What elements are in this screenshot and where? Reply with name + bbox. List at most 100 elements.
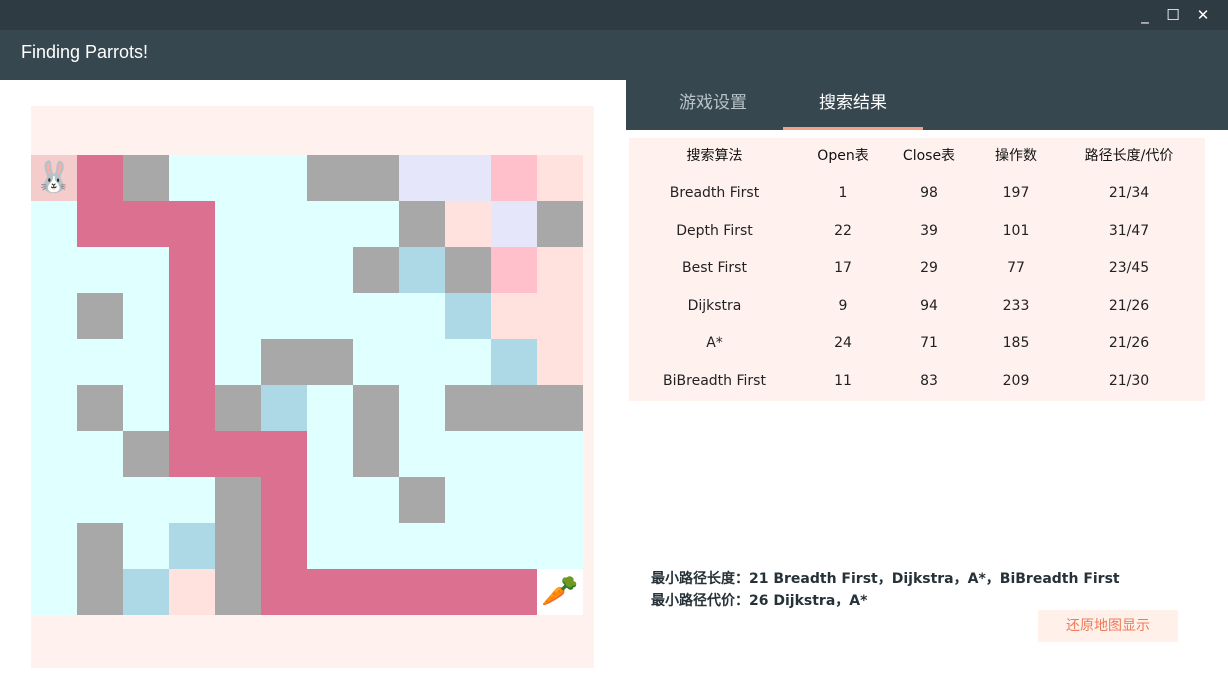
map-cell-path[interactable] <box>169 201 215 247</box>
map-cell-path[interactable] <box>169 431 215 477</box>
map-cell-rose-visited[interactable] <box>491 293 537 339</box>
map-cell-rose-visited[interactable] <box>445 201 491 247</box>
map-cell-light-cyan-free[interactable] <box>307 523 353 569</box>
map-cell-light-cyan-free[interactable] <box>123 339 169 385</box>
map-cell-wall[interactable] <box>215 385 261 431</box>
map-cell-light-cyan-free[interactable] <box>307 477 353 523</box>
map-cell-wall[interactable] <box>261 339 307 385</box>
map-cell-light-cyan-free[interactable] <box>31 339 77 385</box>
map-cell-light-cyan-free[interactable] <box>445 523 491 569</box>
map-cell-wall[interactable] <box>399 201 445 247</box>
map-cell-blue-visited[interactable] <box>399 247 445 293</box>
restore-map-button[interactable]: 还原地图显示 <box>1038 610 1178 642</box>
map-cell-path[interactable] <box>169 339 215 385</box>
map-cell-path[interactable] <box>169 385 215 431</box>
map-cell-light-cyan-free[interactable] <box>123 247 169 293</box>
map-cell-light-cyan-free[interactable] <box>399 385 445 431</box>
map-cell-path[interactable] <box>445 569 491 615</box>
map-cell-path[interactable] <box>169 293 215 339</box>
map-cell-light-cyan-free[interactable] <box>31 431 77 477</box>
map-cell-light-cyan-free[interactable] <box>215 293 261 339</box>
map-cell-path[interactable] <box>399 569 445 615</box>
map-cell-light-cyan-free[interactable] <box>169 477 215 523</box>
map-cell-light-cyan-free[interactable] <box>215 155 261 201</box>
map-cell-light-cyan-free[interactable] <box>491 523 537 569</box>
map-cell-path[interactable] <box>169 247 215 293</box>
map-cell-light-cyan-free[interactable] <box>31 385 77 431</box>
map-cell-wall[interactable] <box>445 385 491 431</box>
map-cell-light-cyan-free[interactable] <box>537 477 583 523</box>
map-cell-light-cyan-free[interactable] <box>77 477 123 523</box>
map-cell-wall[interactable] <box>491 385 537 431</box>
map-cell-wall[interactable] <box>77 569 123 615</box>
tab-game-settings[interactable]: 游戏设置 <box>643 80 783 130</box>
map-cell-rose-visited[interactable] <box>537 155 583 201</box>
map-cell-light-cyan-free[interactable] <box>31 477 77 523</box>
map-cell-wall[interactable] <box>399 477 445 523</box>
map-cell-light-cyan-free[interactable] <box>31 247 77 293</box>
map-cell-light-cyan-free[interactable] <box>399 293 445 339</box>
map-grid[interactable]: 🐰 🥕 <box>31 155 586 617</box>
map-cell-path[interactable] <box>261 569 307 615</box>
map-cell-blue-visited[interactable] <box>261 385 307 431</box>
map-cell-path[interactable] <box>123 201 169 247</box>
map-cell-light-cyan-free[interactable] <box>445 431 491 477</box>
map-cell-light-cyan-free[interactable] <box>399 523 445 569</box>
map-cell-path[interactable] <box>215 431 261 477</box>
map-cell-wall[interactable] <box>353 155 399 201</box>
map-cell-wall[interactable] <box>215 477 261 523</box>
map-cell-wall[interactable] <box>353 247 399 293</box>
map-cell-light-cyan-free[interactable] <box>123 385 169 431</box>
map-cell-salmon-visited[interactable] <box>169 569 215 615</box>
map-cell-light-cyan-free[interactable] <box>215 201 261 247</box>
map-cell-path[interactable] <box>261 431 307 477</box>
map-cell-light-cyan-free[interactable] <box>537 431 583 477</box>
map-cell-goal[interactable]: 🥕 <box>537 569 583 615</box>
map-cell-light-cyan-free[interactable] <box>123 293 169 339</box>
tab-search-results[interactable]: 搜索结果 <box>783 80 923 130</box>
map-cell-wall[interactable] <box>77 293 123 339</box>
map-cell-light-cyan-free[interactable] <box>123 523 169 569</box>
map-cell-blue-visited[interactable] <box>445 293 491 339</box>
map-cell-wall[interactable] <box>123 431 169 477</box>
map-cell-blue-visited[interactable] <box>491 339 537 385</box>
map-cell-lavender-visited[interactable] <box>445 155 491 201</box>
map-cell-pink-visited[interactable] <box>491 247 537 293</box>
map-cell-wall[interactable] <box>445 247 491 293</box>
map-cell-wall[interactable] <box>77 385 123 431</box>
map-cell-light-cyan-free[interactable] <box>445 339 491 385</box>
map-cell-light-cyan-free[interactable] <box>307 431 353 477</box>
map-cell-rose-visited[interactable] <box>537 293 583 339</box>
map-cell-light-cyan-free[interactable] <box>169 155 215 201</box>
map-cell-light-cyan-free[interactable] <box>353 523 399 569</box>
map-cell-start[interactable]: 🐰 <box>31 155 77 201</box>
map-cell-light-cyan-free[interactable] <box>353 293 399 339</box>
map-cell-light-cyan-free[interactable] <box>307 201 353 247</box>
map-cell-light-cyan-free[interactable] <box>261 201 307 247</box>
map-cell-light-cyan-free[interactable] <box>307 385 353 431</box>
map-cell-light-cyan-free[interactable] <box>261 247 307 293</box>
maximize-button[interactable]: ☐ <box>1162 5 1184 25</box>
map-cell-light-cyan-free[interactable] <box>353 477 399 523</box>
map-cell-path[interactable] <box>261 523 307 569</box>
map-cell-light-cyan-free[interactable] <box>491 477 537 523</box>
map-cell-light-cyan-free[interactable] <box>399 339 445 385</box>
map-cell-light-cyan-free[interactable] <box>491 431 537 477</box>
map-cell-light-cyan-free[interactable] <box>31 569 77 615</box>
map-cell-light-cyan-free[interactable] <box>123 477 169 523</box>
map-cell-light-cyan-free[interactable] <box>307 247 353 293</box>
map-cell-light-cyan-free[interactable] <box>31 293 77 339</box>
map-cell-light-cyan-free[interactable] <box>77 247 123 293</box>
map-cell-wall[interactable] <box>307 155 353 201</box>
map-cell-wall[interactable] <box>353 431 399 477</box>
map-cell-wall[interactable] <box>77 523 123 569</box>
map-cell-light-cyan-free[interactable] <box>261 293 307 339</box>
map-cell-light-cyan-free[interactable] <box>353 201 399 247</box>
map-cell-light-cyan-free[interactable] <box>353 339 399 385</box>
map-cell-light-cyan-free[interactable] <box>31 523 77 569</box>
map-cell-blue-visited[interactable] <box>169 523 215 569</box>
map-cell-light-cyan-free[interactable] <box>215 247 261 293</box>
map-cell-wall[interactable] <box>307 339 353 385</box>
map-cell-rose-visited[interactable] <box>537 339 583 385</box>
map-cell-light-cyan-free[interactable] <box>399 431 445 477</box>
